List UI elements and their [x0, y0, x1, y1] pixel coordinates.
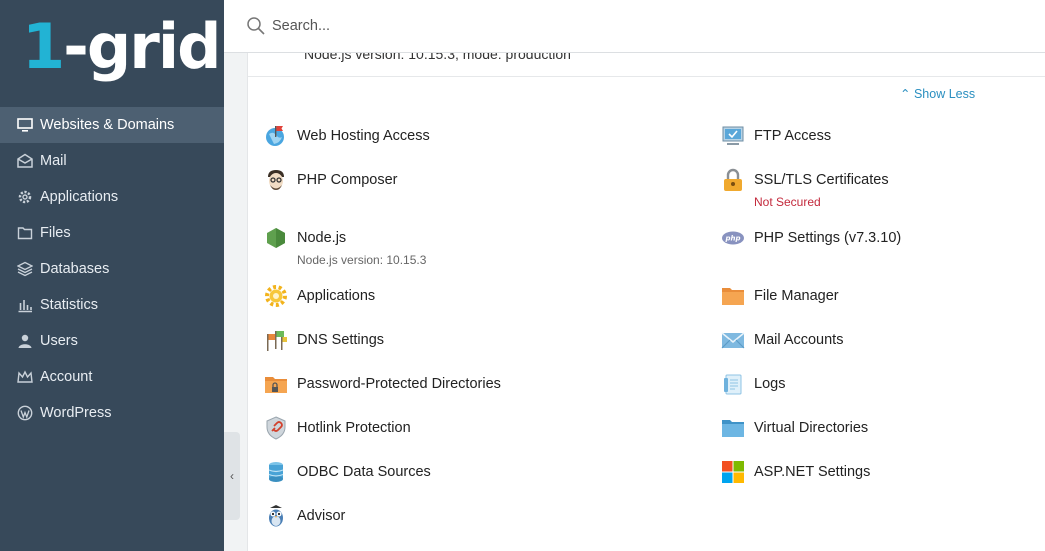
sidebar: 1-grid Websites & Domains Mail Applicati…: [0, 0, 224, 551]
tool-sub-text: Node.js version: 10.15.3: [297, 253, 427, 267]
tool-advisor[interactable]: Advisor: [264, 504, 345, 528]
tool-ftp-access[interactable]: FTP Access: [721, 124, 831, 148]
tool-label: Password-Protected Directories: [297, 376, 501, 392]
owl-icon: [264, 504, 288, 528]
tool-web-hosting-access[interactable]: Web Hosting Access: [264, 124, 430, 148]
odbc-database-icon: [264, 460, 288, 484]
chevron-up-icon: ⌃: [900, 87, 911, 101]
user-icon: [16, 332, 34, 350]
tool-label: ODBC Data Sources: [297, 464, 431, 480]
tool-label: Virtual Directories: [754, 420, 869, 436]
sidebar-item-label: Users: [40, 333, 78, 349]
tool-dns-settings[interactable]: DNS Settings: [264, 328, 384, 352]
sidebar-item-websites-domains[interactable]: Websites & Domains: [0, 107, 224, 143]
tool-php-composer[interactable]: PHP Composer: [264, 168, 397, 192]
brand-logo[interactable]: 1-grid: [22, 16, 221, 78]
tool-password-protected-directories[interactable]: Password-Protected Directories: [264, 372, 501, 396]
tool-label: DNS Settings: [297, 332, 385, 348]
tool-applications[interactable]: Applications: [264, 284, 375, 308]
sidebar-item-users[interactable]: Users: [0, 323, 224, 359]
tool-label: File Manager: [754, 288, 839, 304]
sidebar-item-databases[interactable]: Databases: [0, 251, 224, 287]
dns-flags-icon: [264, 328, 288, 352]
tool-label: PHP Settings (v7.3.10): [754, 230, 902, 246]
tool-nodejs[interactable]: Node.js Node.js version: 10.15.3: [264, 226, 426, 268]
search-input[interactable]: [272, 18, 772, 34]
wordpress-icon: [16, 404, 34, 422]
tool-virtual-directories[interactable]: Virtual Directories: [721, 416, 868, 440]
file-folder-icon: [721, 284, 745, 308]
locked-folder-icon: [264, 372, 288, 396]
tool-label: FTP Access: [754, 128, 832, 144]
logs-icon: [721, 372, 745, 396]
database-icon: [16, 260, 34, 278]
ssl-status-text: Not Secured: [754, 195, 821, 209]
sidebar-item-label: Applications: [40, 189, 119, 205]
tool-label: Logs: [754, 376, 786, 392]
tool-logs[interactable]: Logs: [721, 372, 785, 396]
tool-label: Web Hosting Access: [297, 128, 430, 144]
monitor-icon: [16, 116, 34, 134]
tool-label: Applications: [297, 288, 376, 304]
sidebar-item-label: Databases: [40, 261, 110, 277]
composer-icon: [264, 168, 288, 192]
sun-gear-icon: [264, 284, 288, 308]
bar-chart-icon: [16, 296, 34, 314]
tool-label: SSL/TLS Certificates: [754, 172, 889, 188]
account-icon: [16, 368, 34, 386]
envelope-icon: [721, 328, 745, 352]
topbar: [224, 0, 1045, 53]
sidebar-collapse-button[interactable]: ‹: [224, 432, 240, 520]
virtual-folder-icon: [721, 416, 745, 440]
sidebar-item-mail[interactable]: Mail: [0, 143, 224, 179]
padlock-icon: [721, 168, 745, 192]
sidebar-item-label: Files: [40, 225, 71, 241]
sidebar-item-account[interactable]: Account: [0, 359, 224, 395]
tool-odbc-data-sources[interactable]: ODBC Data Sources: [264, 460, 431, 484]
tool-label: ASP.NET Settings: [754, 464, 871, 480]
tool-aspnet-settings[interactable]: ASP.NET Settings: [721, 460, 870, 484]
search-icon: [246, 16, 266, 36]
sidebar-item-label: Statistics: [40, 297, 99, 313]
folder-icon: [16, 224, 34, 242]
tool-label: PHP Composer: [297, 172, 398, 188]
divider: [248, 76, 1045, 77]
nodejs-icon: [264, 226, 288, 250]
tool-hotlink-protection[interactable]: Hotlink Protection: [264, 416, 411, 440]
php-icon: php: [721, 226, 745, 250]
tool-file-manager[interactable]: File Manager: [721, 284, 839, 308]
tool-label: Hotlink Protection: [297, 420, 411, 436]
sidebar-item-wordpress[interactable]: WordPress: [0, 395, 224, 431]
mail-icon: [16, 152, 34, 170]
shield-link-icon: [264, 416, 288, 440]
tool-label: Mail Accounts: [754, 332, 844, 348]
show-less-link[interactable]: ⌃ Show Less: [900, 86, 975, 101]
tool-label: Node.js: [297, 230, 347, 246]
gear-icon: [16, 188, 34, 206]
sidebar-nav: Websites & Domains Mail Applications Fil…: [0, 107, 224, 431]
sidebar-item-label: Account: [40, 369, 93, 385]
tool-mail-accounts[interactable]: Mail Accounts: [721, 328, 843, 352]
sidebar-item-label: WordPress: [40, 405, 112, 421]
tool-ssl-tls-certificates[interactable]: SSL/TLS Certificates Not Secured: [721, 168, 889, 210]
chevron-left-icon: ‹: [230, 469, 234, 483]
tool-label: Advisor: [297, 508, 346, 524]
ftp-monitor-icon: [721, 124, 745, 148]
sidebar-item-applications[interactable]: Applications: [0, 179, 224, 215]
sidebar-item-label: Mail: [40, 153, 67, 169]
sidebar-item-files[interactable]: Files: [0, 215, 224, 251]
sidebar-item-statistics[interactable]: Statistics: [0, 287, 224, 323]
aspnet-icon: [721, 460, 745, 484]
globe-flag-icon: [264, 124, 288, 148]
svg-text:php: php: [724, 235, 740, 243]
tool-php-settings[interactable]: php PHP Settings (v7.3.10): [721, 226, 901, 250]
sidebar-item-label: Websites & Domains: [40, 117, 175, 133]
tools-panel: Node.js version: 10.15.3; mode: producti…: [247, 0, 1045, 551]
